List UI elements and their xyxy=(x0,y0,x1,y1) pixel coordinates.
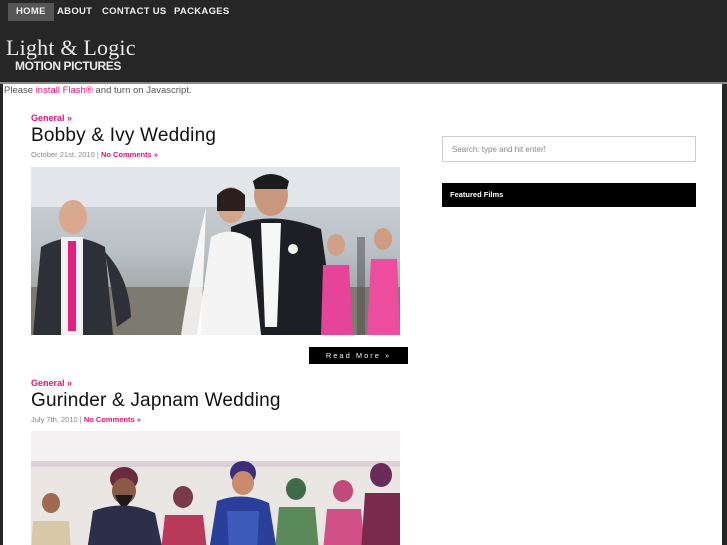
post-article: General » Gurinder & Japnam Wedding July… xyxy=(31,378,411,545)
post-meta: October 21st, 2010 | No Comments » xyxy=(31,150,411,159)
wedding-photo-couple xyxy=(31,167,400,335)
featured-films-heading: Featured Films xyxy=(442,183,696,207)
meta-separator: | xyxy=(79,415,82,424)
read-more-button[interactable]: Read More » xyxy=(309,347,408,364)
nav-item-contact-us[interactable]: CONTACT US xyxy=(94,3,175,21)
main-content: Please install Flash® and turn on Javasc… xyxy=(3,84,722,545)
post-comments-link[interactable]: No Comments » xyxy=(101,150,158,159)
post-date: July 7th, 2010 xyxy=(31,415,78,424)
post-meta: July 7th, 2010 | No Comments » xyxy=(31,415,411,424)
post-comments-link[interactable]: No Comments » xyxy=(84,415,141,424)
logo-subtitle[interactable]: MOTION PICTURES xyxy=(15,60,121,72)
flash-notice-prefix: Please xyxy=(4,85,36,96)
post-article: General » Bobby & Ivy Wedding October 21… xyxy=(31,113,411,373)
post-category-link[interactable]: General » xyxy=(31,113,411,123)
logo-wordmark[interactable]: Light & Logic xyxy=(6,37,136,59)
install-flash-link[interactable]: install Flash® xyxy=(36,85,93,96)
post-featured-image[interactable] xyxy=(31,167,400,335)
site-header: Light & Logic MOTION PICTURES xyxy=(0,24,727,83)
nav-item-packages[interactable]: PACKAGES xyxy=(166,3,238,21)
post-title[interactable]: Gurinder & Japnam Wedding xyxy=(31,389,411,413)
search-input[interactable] xyxy=(442,136,696,162)
top-navigation: HOME ABOUT CONTACT US PACKAGES xyxy=(0,0,727,24)
post-title[interactable]: Bobby & Ivy Wedding xyxy=(31,124,411,148)
flash-notice-suffix: and turn on Javascript. xyxy=(92,85,192,96)
post-date: October 21st, 2010 xyxy=(31,150,95,159)
post-category-link[interactable]: General » xyxy=(31,378,411,388)
flash-notice: Please install Flash® and turn on Javasc… xyxy=(4,85,192,96)
meta-separator: | xyxy=(96,150,99,159)
nav-item-home[interactable]: HOME xyxy=(8,3,54,21)
wedding-photo-ceremony xyxy=(31,431,400,545)
post-featured-image[interactable] xyxy=(31,431,400,545)
nav-item-about[interactable]: ABOUT xyxy=(49,3,100,21)
